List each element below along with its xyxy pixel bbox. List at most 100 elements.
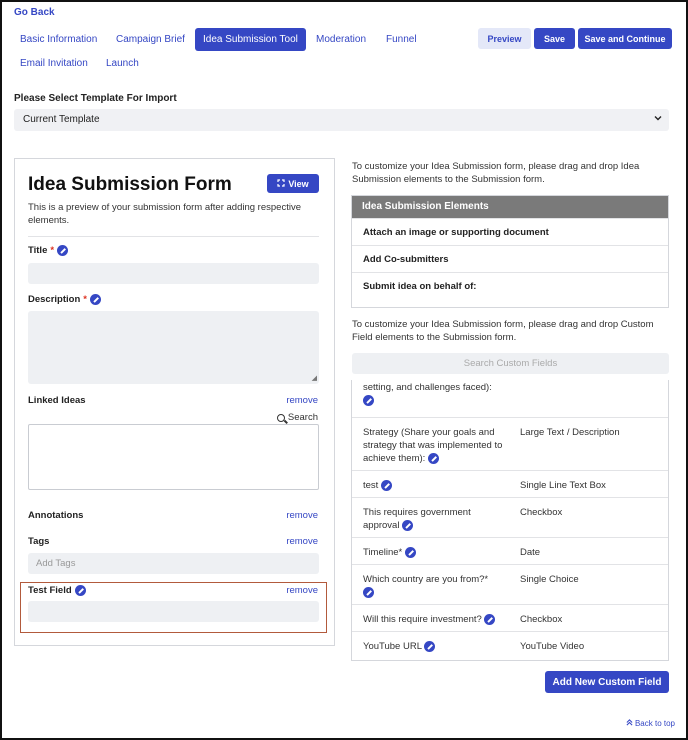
elements-instruction: To customize your Idea Submission form, … (352, 161, 640, 185)
test-field-label-text: Test Field (28, 585, 72, 596)
custom-field-name-text: YouTube URL (363, 641, 422, 652)
custom-field-name: Will this require investment? (363, 613, 523, 626)
remove-link[interactable]: remove (286, 536, 318, 547)
edit-pencil-icon[interactable] (424, 640, 436, 652)
custom-field-name-text: test (363, 480, 379, 491)
test-field-label: Test Field (28, 585, 86, 596)
view-button-label: View (288, 178, 309, 189)
search-label: Search (287, 412, 318, 423)
elements-header: Idea Submission Elements (352, 196, 668, 218)
required-mark: * (83, 294, 87, 305)
edit-pencil-icon[interactable] (363, 586, 374, 598)
submission-form-preview: Idea Submission Form View This is a prev… (14, 158, 335, 646)
custom-field-type: Checkbox (520, 614, 563, 625)
template-select-value: Current Template (23, 114, 100, 125)
tags-label: Tags (28, 536, 50, 547)
tab-launch[interactable]: Launch (98, 52, 147, 75)
go-back-link[interactable]: Go Back (14, 7, 55, 18)
tab-basic-information[interactable]: Basic Information (12, 28, 105, 51)
tab-campaign-brief[interactable]: Campaign Brief (108, 28, 193, 51)
tags-input[interactable]: Add Tags (28, 553, 319, 574)
edit-pencil-icon[interactable] (380, 479, 392, 491)
view-button[interactable]: View (267, 174, 319, 193)
linked-ideas-search[interactable]: Search (276, 412, 318, 423)
edit-pencil-icon[interactable] (402, 519, 414, 531)
custom-field-name: Strategy (Share your goals and strategy … (363, 426, 509, 465)
form-description: This is a preview of your submission for… (28, 202, 301, 226)
edit-pencil-icon[interactable] (404, 546, 416, 558)
required-mark: * (50, 245, 55, 256)
custom-field-type: YouTube Video (520, 641, 585, 652)
back-to-top-label: Back to top (634, 719, 675, 728)
linked-ideas-label: Linked Ideas (28, 395, 86, 406)
custom-field-row[interactable]: YouTube URL YouTube Video (352, 631, 668, 660)
custom-field-name: YouTube URL (363, 640, 509, 653)
custom-field-name: Timeline* (363, 546, 509, 559)
annotations-label: Annotations (28, 510, 84, 521)
add-new-custom-field-button[interactable]: Add New Custom Field (545, 671, 669, 693)
custom-field-name-text: setting, and challenges faced): (363, 382, 492, 393)
custom-field-row[interactable]: Strategy (Share your goals and strategy … (352, 417, 668, 470)
custom-field-row[interactable]: test Single Line Text Box (352, 470, 668, 497)
remove-link[interactable]: remove (286, 395, 318, 406)
chevron-down-icon (653, 113, 663, 126)
custom-field-row[interactable]: Timeline* Date (352, 537, 668, 564)
custom-field-type: Large Text / Description (520, 427, 620, 438)
edit-pencil-icon[interactable] (57, 245, 69, 256)
custom-field-name-text: Will this require investment? (363, 614, 482, 625)
custom-field-name-text: Which country are you from?* (363, 574, 489, 585)
template-select[interactable]: Current Template (14, 109, 669, 131)
search-custom-fields-input[interactable]: Search Custom Fields (352, 353, 669, 374)
resize-handle-icon[interactable]: ◢ (312, 374, 317, 382)
custom-field-type: Checkbox (520, 507, 563, 518)
title-input[interactable] (28, 263, 319, 284)
template-label: Please Select Template For Import (14, 93, 177, 104)
test-field-input[interactable] (28, 601, 319, 622)
linked-ideas-box[interactable] (28, 424, 319, 490)
description-field-label: Description * (28, 294, 101, 305)
save-button[interactable]: Save (534, 28, 575, 49)
form-title: Idea Submission Form (28, 174, 232, 195)
element-item[interactable]: Add Co-submitters (352, 245, 668, 272)
custom-field-name-text: This requires government approval (363, 507, 471, 531)
tab-funnel[interactable]: Funnel (378, 28, 425, 51)
tab-moderation[interactable]: Moderation (308, 28, 374, 51)
preview-button[interactable]: Preview (478, 28, 531, 49)
edit-pencil-icon[interactable] (427, 452, 439, 464)
save-and-continue-button[interactable]: Save and Continue (578, 28, 672, 49)
custom-fields-instruction: To customize your Idea Submission form, … (352, 319, 654, 343)
description-textarea[interactable]: ◢ (28, 311, 319, 384)
remove-link[interactable]: remove (286, 510, 318, 521)
custom-field-row[interactable]: Which country are you from?* Single Choi… (352, 564, 668, 604)
divider (28, 236, 319, 237)
search-icon (276, 413, 285, 422)
edit-pencil-icon[interactable] (363, 394, 374, 406)
custom-field-type: Single Choice (520, 574, 579, 585)
back-to-top-link[interactable]: Back to top (626, 719, 675, 728)
expand-icon (277, 178, 285, 189)
title-field-label: Title * (28, 245, 69, 256)
title-label-text: Title (28, 245, 48, 256)
custom-field-type: Date (520, 547, 541, 558)
custom-field-name: Which country are you from?* (363, 573, 509, 599)
remove-link[interactable]: remove (286, 585, 318, 596)
element-item[interactable]: Submit idea on behalf of: (352, 272, 668, 299)
tab-email-invitation[interactable]: Email Invitation (12, 52, 96, 75)
custom-field-row[interactable]: This requires government approval Checkb… (352, 497, 668, 537)
edit-pencil-icon[interactable] (74, 585, 86, 596)
double-chevron-up-icon (626, 719, 635, 728)
custom-field-name: This requires government approval (363, 506, 509, 532)
description-label-text: Description (28, 294, 81, 305)
custom-fields-list: setting, and challenges faced): Strategy… (351, 380, 669, 661)
edit-pencil-icon[interactable] (89, 294, 101, 305)
tab-idea-submission-tool[interactable]: Idea Submission Tool (195, 28, 306, 51)
custom-field-row[interactable]: Will this require investment? Checkbox (352, 604, 668, 631)
custom-field-name-text: Timeline* (363, 547, 403, 558)
custom-field-name: setting, and challenges faced): (363, 381, 509, 407)
custom-field-type: Single Line Text Box (520, 480, 606, 491)
custom-field-name: test (363, 479, 509, 492)
custom-field-row[interactable]: setting, and challenges faced): (352, 380, 668, 417)
edit-pencil-icon[interactable] (484, 613, 496, 625)
element-item[interactable]: Attach an image or supporting document (352, 218, 668, 245)
idea-submission-elements: Idea Submission Elements Attach an image… (351, 195, 669, 308)
